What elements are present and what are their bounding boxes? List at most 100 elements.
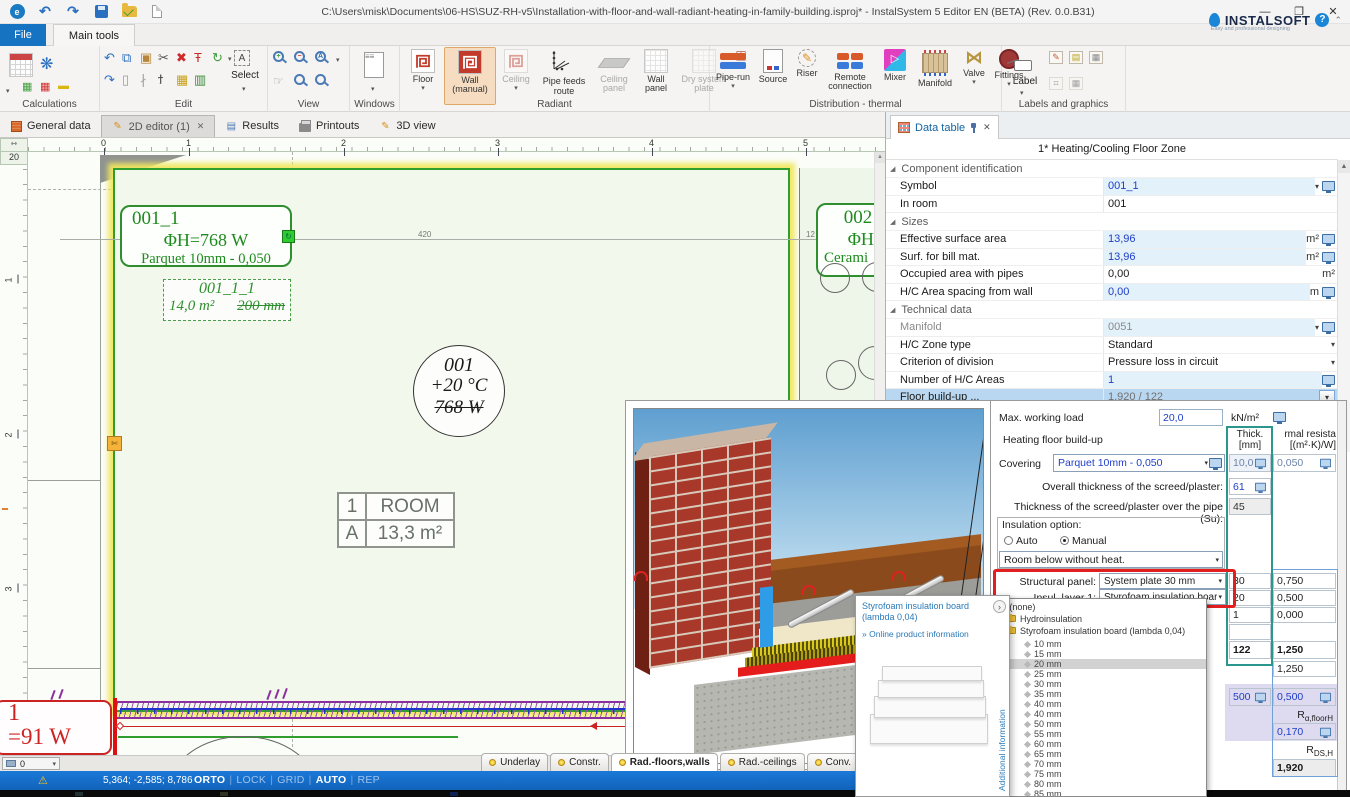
tree-thickness-item[interactable]: 35 mm: [991, 689, 1206, 699]
property-row[interactable]: Criterion of divisionPressure loss in ci…: [886, 354, 1338, 372]
monitor-icon[interactable]: [1273, 412, 1286, 422]
source-button[interactable]: Source: [754, 47, 792, 105]
dropdown-icon[interactable]: ▾: [1315, 182, 1319, 191]
redo-icon[interactable]: ↷: [62, 3, 84, 21]
tree-thickness-item[interactable]: 60 mm: [991, 739, 1206, 749]
tree-thickness-item[interactable]: 20 mm: [991, 659, 1206, 669]
tab-results[interactable]: ▤Results: [215, 115, 289, 137]
base-thick-cell[interactable]: 500: [1229, 688, 1271, 706]
legend-icon[interactable]: ▤: [1068, 50, 1084, 65]
zone-label-handle[interactable]: ↻: [282, 230, 295, 243]
zoom-prev-icon[interactable]: [315, 74, 326, 85]
tree-thickness-item[interactable]: 50 mm: [991, 719, 1206, 729]
zoom-all-icon[interactable]: A: [315, 51, 326, 62]
property-value[interactable]: 13,96: [1104, 249, 1306, 266]
room-below-combo[interactable]: Room below without heat.▾: [999, 551, 1223, 568]
tree-thickness-item[interactable]: 70 mm: [991, 759, 1206, 769]
tree-thickness-item[interactable]: 10 mm: [991, 639, 1206, 649]
zone-label-red[interactable]: 1 =91 W: [0, 700, 112, 755]
level-combo[interactable]: 0 ▾: [2, 757, 60, 770]
columns-icon[interactable]: ▥: [194, 72, 206, 88]
layer-tab[interactable]: Rad.-floors,walls: [611, 753, 718, 771]
pin-icon[interactable]: [970, 123, 978, 133]
tree-item-hydroinsulation[interactable]: ▷Hydroinsulation: [991, 613, 1206, 624]
tab-3d-view[interactable]: ✎3D view: [369, 115, 445, 137]
tree-thickness-item[interactable]: 30 mm: [991, 679, 1206, 689]
tree-item-none[interactable]: ✖(none): [991, 601, 1206, 612]
pipe-feeds-route-button[interactable]: Pipe feeds route: [536, 47, 592, 105]
expand-tooltip-icon[interactable]: ›: [993, 600, 1006, 613]
ceiling-panel-button[interactable]: Ceiling panel: [592, 47, 636, 105]
layer-tab[interactable]: Rad.-ceilings: [720, 753, 805, 771]
remote-connection-button[interactable]: Remote connection: [822, 47, 878, 105]
select-dropdown-icon[interactable]: ▾: [242, 85, 246, 93]
close-tab-icon[interactable]: ✕: [197, 121, 205, 132]
data-table-tab[interactable]: Data table ✕: [890, 115, 999, 139]
copy-icon[interactable]: ⧉: [122, 50, 131, 66]
section-header[interactable]: ◢Technical data: [886, 301, 1338, 319]
calc-option2-icon[interactable]: ▦: [40, 80, 50, 93]
mode-rep[interactable]: REP: [358, 774, 381, 786]
monitor-icon[interactable]: [1322, 252, 1335, 262]
structural-combo[interactable]: System plate 30 mm▾: [1099, 573, 1226, 589]
su-field[interactable]: 45: [1229, 498, 1271, 515]
tree-thickness-item[interactable]: 25 mm: [991, 669, 1206, 679]
view-more-icon[interactable]: ▾: [336, 56, 340, 64]
tab-main-tools[interactable]: Main tools: [53, 24, 135, 46]
property-row[interactable]: H/C Area spacing from wall0,00m: [886, 284, 1338, 302]
edit-note-icon[interactable]: ✎: [1048, 50, 1064, 65]
frame-icon[interactable]: ▯: [122, 72, 129, 88]
r-alpha-value-cell[interactable]: 0,170: [1273, 723, 1336, 740]
undo-edit-icon[interactable]: ↶: [104, 50, 115, 66]
radio-manual[interactable]: Manual: [1060, 535, 1106, 547]
pan-icon[interactable]: ☞: [273, 74, 284, 88]
property-row[interactable]: Number of H/C Areas1: [886, 372, 1338, 390]
screed-field[interactable]: 61: [1229, 478, 1271, 495]
open-icon[interactable]: [118, 3, 140, 21]
paste-icon[interactable]: ▣: [140, 50, 152, 66]
label-button[interactable]: Label: [1010, 76, 1040, 87]
select-icon[interactable]: A: [234, 50, 250, 66]
mode-grid[interactable]: GRID: [277, 774, 304, 786]
monitor-icon[interactable]: [1322, 322, 1335, 332]
calculations-dropdown-icon[interactable]: ▾: [6, 87, 10, 95]
label-leader-icon[interactable]: [1006, 50, 1032, 70]
property-value[interactable]: 0051: [1104, 319, 1315, 336]
layer-tab[interactable]: Conv.: [807, 753, 859, 771]
property-value[interactable]: 0,00: [1104, 266, 1322, 283]
property-value[interactable]: 001_1: [1104, 178, 1315, 195]
table-icon[interactable]: ▦: [1088, 50, 1104, 65]
zoom-out-icon[interactable]: −: [294, 51, 305, 62]
layer-tab[interactable]: Constr.: [550, 753, 609, 771]
tree-thickness-item[interactable]: 65 mm: [991, 749, 1206, 759]
save-icon[interactable]: [90, 3, 112, 21]
property-row[interactable]: Symbol001_1▾: [886, 178, 1338, 196]
calculation-icon[interactable]: [8, 52, 34, 78]
help-icon[interactable]: ?: [1315, 13, 1329, 27]
tree-thickness-item[interactable]: 75 mm: [991, 769, 1206, 779]
property-value[interactable]: Standard: [1104, 337, 1331, 354]
trim-icon[interactable]: Ŧ: [194, 50, 202, 65]
property-row[interactable]: Effective surface area13,96m²: [886, 231, 1338, 249]
warning-icon[interactable]: ⚠: [38, 774, 48, 787]
mode-orto[interactable]: ORTO: [194, 774, 225, 786]
property-row[interactable]: Manifold0051▾: [886, 319, 1338, 337]
monitor-icon[interactable]: [1322, 234, 1335, 244]
calc-option3-icon[interactable]: ▬: [58, 80, 69, 92]
monitor-icon[interactable]: [1322, 287, 1335, 297]
online-product-link[interactable]: » Online product information: [862, 629, 969, 639]
property-value[interactable]: Pressure loss in circuit: [1104, 354, 1331, 371]
property-value[interactable]: 1: [1104, 372, 1322, 389]
manifold-button[interactable]: Manifold: [912, 47, 958, 105]
tree-thickness-item[interactable]: 80 mm: [991, 779, 1206, 789]
property-value[interactable]: 001: [1104, 196, 1335, 213]
dialog-scrollbar[interactable]: [1337, 401, 1346, 797]
tree-thickness-item[interactable]: 40 mm: [991, 709, 1206, 719]
zone-edge-marker-icon[interactable]: ✄: [107, 436, 122, 451]
covering-combo[interactable]: Parquet 10mm - 0,050▾: [1053, 454, 1225, 472]
dropdown-icon[interactable]: ▾: [1315, 323, 1319, 332]
undo-icon[interactable]: ↶: [34, 3, 56, 21]
pipe-run-button[interactable]: Pipe-run▾: [712, 47, 754, 105]
section-header[interactable]: ◢Component identification: [886, 160, 1338, 178]
area-label-001-1-1[interactable]: 001_1_1 14,0 m²200 mm: [163, 279, 291, 321]
